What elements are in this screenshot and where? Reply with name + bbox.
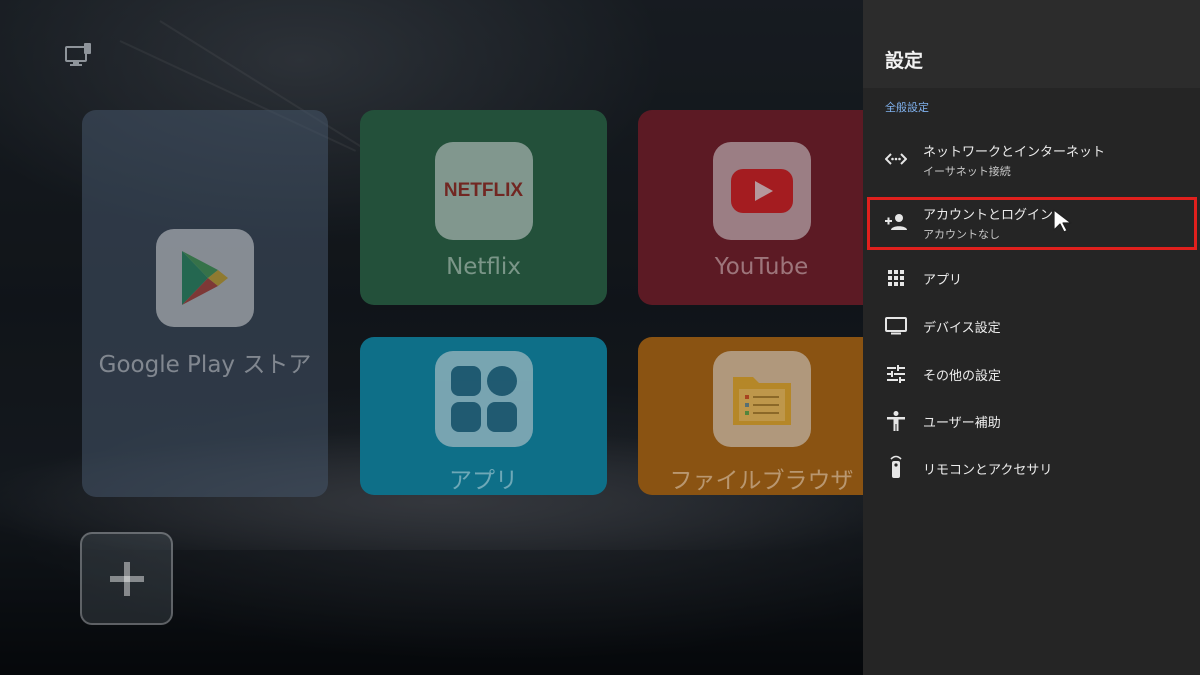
youtube-tile[interactable]: YouTube [638,110,885,305]
settings-item-label: デバイス設定 [923,321,1001,336]
input-source-icon[interactable] [64,42,94,70]
google-play-store-tile[interactable]: Google Play ストア [82,110,328,497]
tile-label: ファイルブラウザ [669,468,854,494]
netflix-tile[interactable]: NETFLIX Netflix [360,110,607,305]
settings-item-sublabel: イーサネット接続 [923,165,1011,178]
sliders-icon [885,363,907,385]
settings-title: 設定 [885,50,924,72]
tile-label: Google Play ストア [98,351,312,378]
apps-grid-icon [885,267,907,289]
remote-icon [885,455,907,478]
settings-item-label: リモコンとアクセサリ [923,463,1053,478]
apps-tile[interactable]: アプリ [360,337,607,495]
settings-item-apps[interactable]: アプリ [863,266,1200,290]
netflix-icon: NETFLIX [434,142,533,240]
settings-item-other[interactable]: その他の設定 [863,362,1200,386]
settings-header: 設定 [863,0,1200,88]
settings-item-label: ネットワークとインターネット [923,145,1106,160]
add-account-icon [885,211,907,233]
settings-item-remote[interactable]: リモコンとアクセサリ [863,455,1200,480]
tv-icon [885,315,907,337]
settings-item-label: ユーザー補助 [923,416,1001,431]
tile-label: アプリ [449,468,518,494]
plus-icon [109,561,144,596]
tile-label: YouTube [714,254,809,280]
mouse-cursor-icon [1051,208,1075,238]
settings-item-device[interactable]: デバイス設定 [863,314,1200,338]
youtube-icon [712,142,811,240]
settings-item-label: アカウントとログイン [923,208,1054,223]
settings-item-network[interactable]: ネットワークとインターネット イーサネット接続 [863,138,1200,180]
settings-item-sublabel: アカウントなし [923,228,1000,241]
accessibility-icon [885,410,907,432]
google-play-icon [156,228,254,327]
file-browser-tile[interactable]: ファイルブラウザ [638,337,885,495]
settings-panel: 設定 全般設定 ネットワークとインターネット イーサネット接続 アカウントとログ… [863,0,1200,675]
folder-icon [712,351,811,447]
settings-item-accessibility[interactable]: ユーザー補助 [863,409,1200,433]
settings-item-label: その他の設定 [923,369,1002,384]
network-icon [885,148,907,170]
section-label-general: 全般設定 [885,101,929,114]
apps-icon [434,351,533,447]
add-app-button[interactable] [80,532,173,625]
settings-item-accounts[interactable]: アカウントとログイン アカウントなし [863,200,1200,246]
tile-label: Netflix [446,254,521,280]
netflix-logo-text: NETFLIX [443,180,524,201]
settings-item-label: アプリ [923,273,963,288]
